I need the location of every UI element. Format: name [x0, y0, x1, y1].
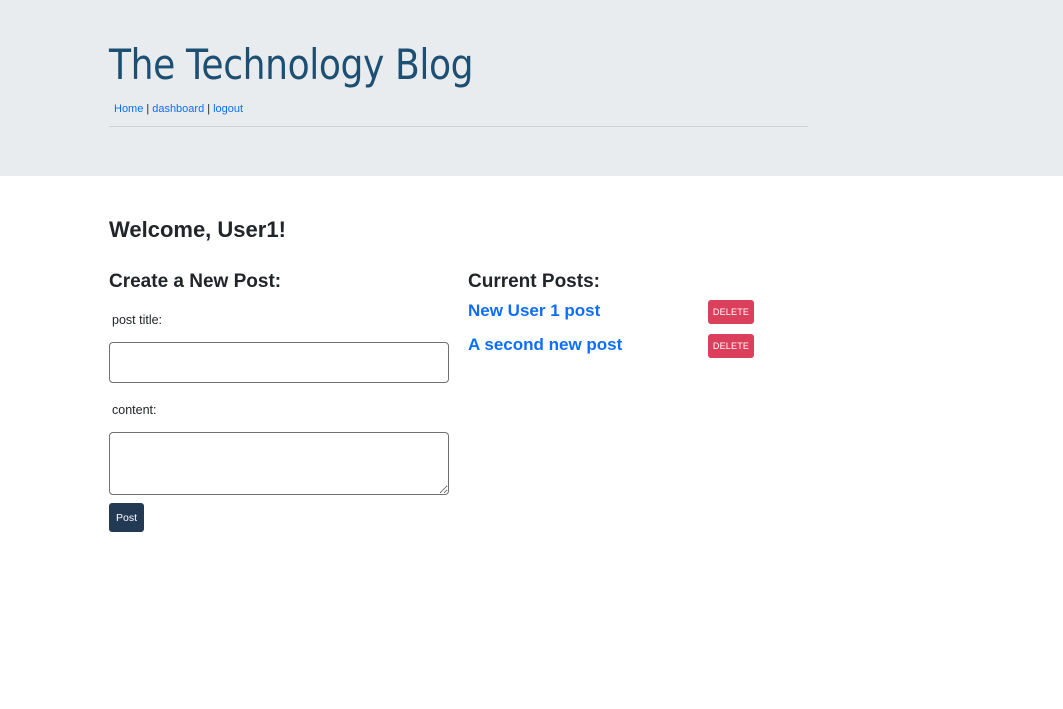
post-title-link[interactable]: New User 1 post	[468, 301, 600, 321]
post-title-link[interactable]: A second new post	[468, 335, 622, 355]
nav-home-link[interactable]: Home	[114, 103, 143, 115]
site-header: The Technology Blog Home | dashboard | logou…	[0, 0, 1063, 176]
post-submit-button[interactable]: Post	[109, 503, 144, 532]
nav-separator: |	[207, 103, 211, 115]
site-title: The Technology Blog	[109, 40, 474, 89]
header-divider	[109, 126, 808, 127]
post-content-textarea[interactable]	[109, 432, 449, 495]
delete-post-button[interactable]: DELETE	[708, 334, 754, 358]
post-content-label: content:	[112, 403, 157, 417]
current-posts-heading: Current Posts:	[468, 271, 600, 292]
welcome-heading: Welcome, User1!	[109, 217, 286, 242]
nav-dashboard-link[interactable]: dashboard	[152, 103, 204, 115]
post-title-input[interactable]	[109, 342, 449, 383]
nav-logout-link[interactable]: logout	[213, 103, 243, 115]
delete-post-button[interactable]: DELETE	[708, 300, 754, 324]
nav-separator: |	[146, 103, 150, 115]
post-title-label: post title:	[112, 313, 163, 327]
nav-bar: Home | dashboard | logout	[114, 103, 243, 115]
create-post-heading: Create a New Post:	[109, 271, 282, 292]
